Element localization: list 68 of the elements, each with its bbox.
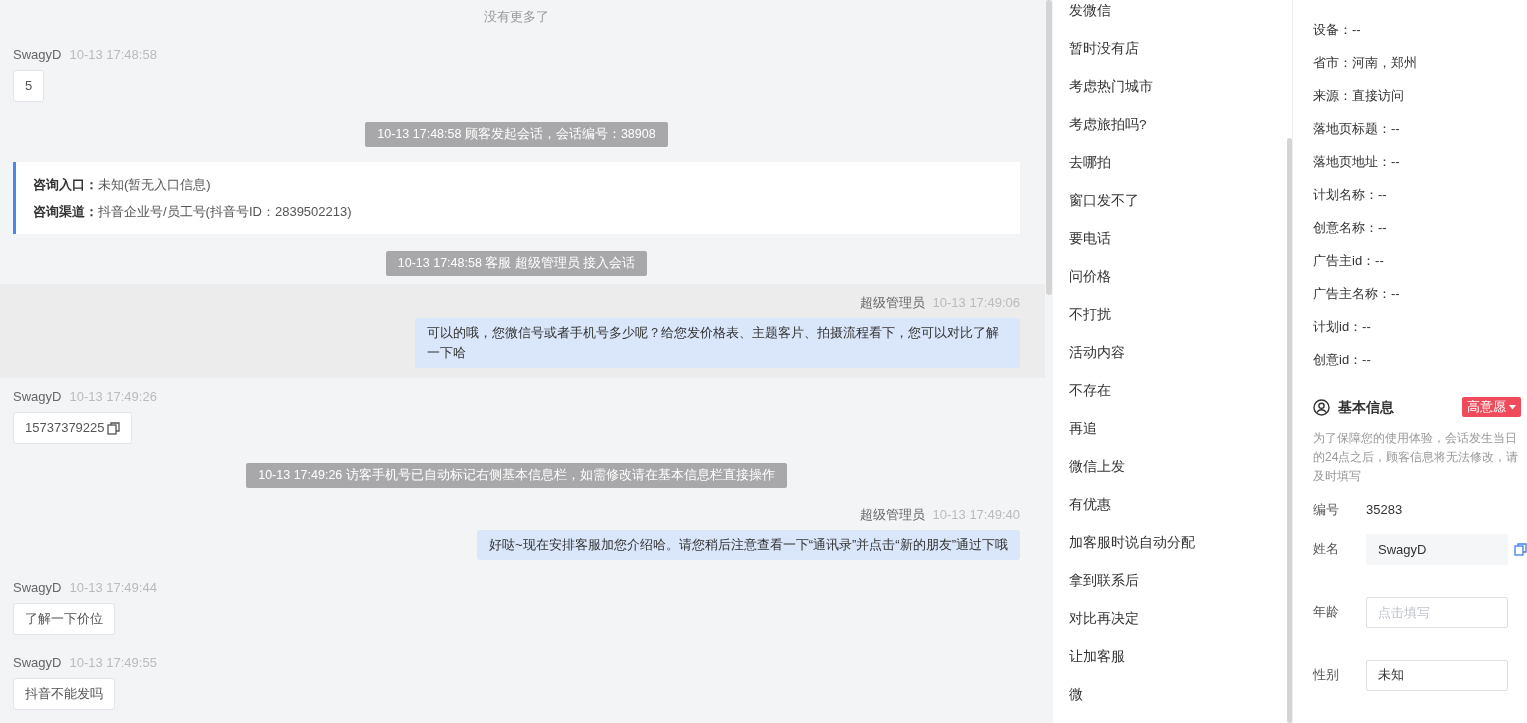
entry-info-line: 咨询渠道：抖音企业号/员工号(抖音号ID：2839502213): [33, 203, 353, 221]
message-bubble: 抖音不能发吗: [13, 678, 115, 710]
field-label: 姓名: [1313, 540, 1340, 559]
quick-reply-item[interactable]: 去哪拍: [1053, 144, 1287, 182]
intent-dropdown[interactable]: 高意愿: [1462, 396, 1521, 418]
quick-reply-item[interactable]: 要电话: [1053, 220, 1287, 258]
info-line: 计划名称：--: [1313, 186, 1388, 204]
user-circle-icon: [1313, 398, 1330, 416]
quick-reply-item[interactable]: 加客服时说自动分配: [1053, 524, 1287, 562]
quick-reply-item[interactable]: 让加客服: [1053, 638, 1287, 676]
quick-reply-item[interactable]: 微信上发: [1053, 448, 1287, 486]
message-time: 10-13 17:49:44: [69, 579, 157, 597]
sender-name: SwagyD: [13, 46, 62, 64]
system-message: 10-13 17:49:26 访客手机号已自动标记右侧基本信息栏，如需修改请在基本信息栏直接操作: [246, 463, 787, 488]
message-bubble: 好哒~现在安排客服加您介绍哈。请您稍后注意查看一下“通讯录”并点击“新的朋友”通过下哦: [477, 530, 1020, 560]
info-line: 落地页地址：--: [1313, 153, 1401, 171]
sender-name: SwagyD: [13, 579, 62, 597]
quick-reply-item[interactable]: 不存在: [1053, 372, 1287, 410]
quick-reply-item[interactable]: 发微信: [1053, 0, 1287, 30]
info-line: 落地页标题：--: [1313, 120, 1401, 138]
message-time: 10-13 17:49:55: [69, 654, 157, 672]
field-value: 35283: [1366, 501, 1403, 519]
info-line: 创意名称：--: [1313, 219, 1388, 237]
sender-name: SwagyD: [13, 388, 62, 406]
section-title: 基本信息: [1338, 397, 1394, 417]
caret-icon: [1509, 404, 1516, 410]
quick-reply-item[interactable]: 有优惠: [1053, 486, 1287, 524]
input-field[interactable]: 未知: [1366, 659, 1508, 691]
copy-icon[interactable]: [106, 421, 120, 435]
info-line: 来源：直接访问: [1313, 87, 1405, 105]
field-label: 年龄: [1313, 603, 1340, 622]
quick-reply-item[interactable]: 不打扰: [1053, 296, 1287, 334]
quick-reply-item[interactable]: 暂时没有店: [1053, 30, 1287, 68]
input-field[interactable]: 点击填写: [1366, 596, 1508, 628]
info-line: 省市：河南，郑州: [1313, 54, 1418, 72]
entry-info-line: 咨询入口：未知(暂无入口信息): [33, 176, 212, 194]
info-line: 广告主id：--: [1313, 252, 1385, 270]
info-line: 设备：--: [1313, 21, 1362, 39]
quick-reply-item[interactable]: 微: [1053, 676, 1287, 714]
quick-reply-item[interactable]: 对比再决定: [1053, 600, 1287, 638]
quick-reply-item[interactable]: 活动内容: [1053, 334, 1287, 372]
info-line: 创意id：--: [1313, 351, 1372, 369]
field-label: 编号: [1313, 501, 1340, 519]
message-time: 10-13 17:48:58: [69, 46, 157, 64]
message-bubble: 5: [13, 70, 45, 102]
sender-name: 超级管理员: [859, 294, 925, 312]
quick-reply-item[interactable]: 问价格: [1053, 258, 1287, 296]
message-bubble: 15737379225: [13, 412, 132, 444]
scrollbar-thumb[interactable]: [1287, 138, 1292, 723]
quick-reply-item[interactable]: 拿到联系后: [1053, 562, 1287, 600]
system-message: 10-13 17:48:58 客服 超级管理员 接入会话: [385, 251, 648, 276]
info-line: 计划id：--: [1313, 318, 1372, 336]
message-time: 10-13 17:49:26: [69, 388, 157, 406]
no-more-text: 没有更多了: [483, 8, 550, 26]
quick-reply-item[interactable]: 考虑旅拍吗?: [1053, 106, 1287, 144]
quick-reply-item[interactable]: 窗口发不了: [1053, 182, 1287, 220]
sender-name: 超级管理员: [859, 506, 925, 524]
info-line: 广告主名称：--: [1313, 285, 1401, 303]
message-bubble: 了解一下价位: [13, 603, 115, 635]
scrollbar-thumb[interactable]: [1046, 0, 1052, 295]
message-time: 10-13 17:49:40: [932, 506, 1020, 524]
quick-reply-item[interactable]: 再追: [1053, 410, 1287, 448]
message-bubble: 可以的哦，您微信号或者手机号多少呢？给您发价格表、主题客片、拍摄流程看下，您可以对比了解一下哈: [415, 318, 1020, 368]
quick-reply-item[interactable]: 考虑热门城市: [1053, 68, 1287, 106]
field-label: 性别: [1313, 666, 1340, 685]
system-message: 10-13 17:48:58 顾客发起会话，会话编号：38908: [365, 122, 668, 147]
sender-name: SwagyD: [13, 654, 62, 672]
notice-text: 为了保障您的使用体验，会话发生当日的24点之后，顾客信息将无法修改，请及时填写: [1313, 430, 1520, 485]
